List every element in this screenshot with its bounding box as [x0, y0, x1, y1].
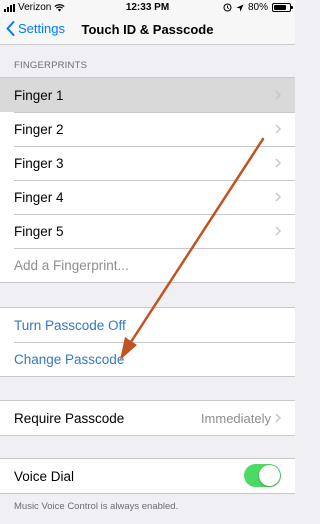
change-passcode-label: Change Passcode: [14, 351, 125, 367]
chevron-right-icon: [275, 90, 281, 100]
finger-row-2[interactable]: Finger 2: [0, 112, 295, 146]
voice-dial-label: Voice Dial: [14, 468, 75, 484]
finger-row-4[interactable]: Finger 4: [0, 180, 295, 214]
finger-label: Finger 4: [14, 189, 64, 205]
battery-fill: [274, 5, 286, 10]
require-passcode-row[interactable]: Require Passcode Immediately: [0, 401, 295, 435]
location-arrow-icon: [236, 4, 244, 11]
page-title: Touch ID & Passcode: [81, 22, 214, 37]
alarm-icon: [223, 3, 232, 12]
passcode-group: Turn Passcode Off Change Passcode: [0, 307, 295, 377]
chevron-right-icon: [275, 226, 281, 236]
voice-dial-group: Voice Dial: [0, 458, 295, 494]
chevron-right-icon: [275, 413, 281, 423]
finger-label: Finger 1: [14, 87, 64, 103]
add-fingerprint-row[interactable]: Add a Fingerprint...: [0, 248, 295, 282]
turn-passcode-off-button[interactable]: Turn Passcode Off: [0, 308, 295, 342]
finger-label: Finger 2: [14, 121, 64, 137]
status-right: 80%: [223, 2, 293, 13]
change-passcode-button[interactable]: Change Passcode: [0, 342, 295, 376]
require-passcode-value: Immediately: [200, 410, 271, 426]
voice-dial-footer: Music Voice Control is always enabled.: [14, 501, 179, 512]
require-passcode-group: Require Passcode Immediately: [0, 400, 295, 436]
navigation-bar: Settings Touch ID & Passcode: [0, 16, 295, 45]
chevron-right-icon: [275, 158, 281, 168]
fingerprints-header: FINGERPRINTS: [14, 60, 88, 71]
finger-row-3[interactable]: Finger 3: [0, 146, 295, 180]
add-fingerprint-label: Add a Fingerprint...: [14, 257, 129, 273]
voice-dial-toggle[interactable]: [244, 464, 281, 487]
require-passcode-label: Require Passcode: [14, 410, 125, 426]
finger-row-1[interactable]: Finger 1: [0, 78, 295, 112]
battery-percent: 80%: [247, 2, 268, 13]
chevron-right-icon: [275, 124, 281, 134]
fingerprints-group: Finger 1 Finger 2 Finger 3 Finger 4 Fing…: [0, 77, 295, 283]
finger-label: Finger 5: [14, 223, 64, 239]
battery-icon: [272, 3, 293, 12]
toggle-knob: [259, 465, 280, 486]
turn-passcode-off-label: Turn Passcode Off: [14, 317, 126, 333]
chevron-right-icon: [275, 192, 281, 202]
finger-row-5[interactable]: Finger 5: [0, 214, 295, 248]
finger-label: Finger 3: [14, 155, 64, 171]
status-bar: Verizon 12:33 PM 80%: [0, 0, 295, 16]
voice-dial-row: Voice Dial: [0, 459, 295, 493]
